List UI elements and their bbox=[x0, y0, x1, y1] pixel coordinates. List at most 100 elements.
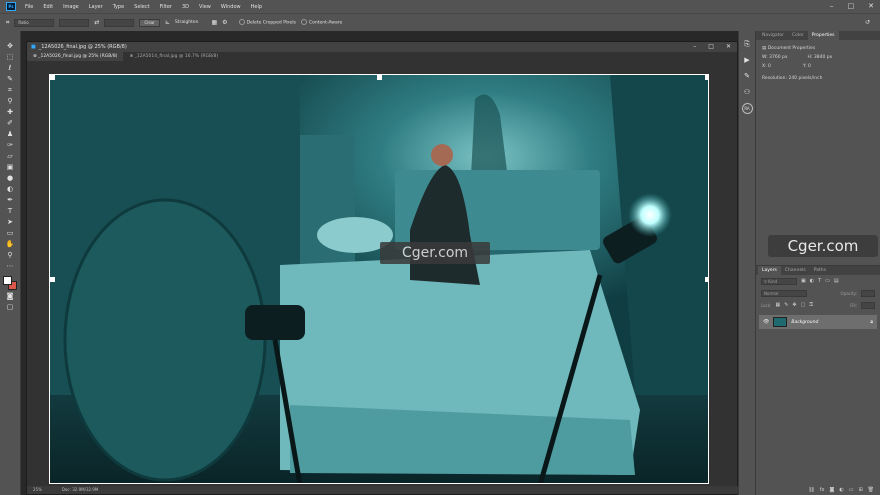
ratio-dropdown[interactable]: Ratio bbox=[14, 18, 55, 27]
status-zoom[interactable]: 25% bbox=[33, 486, 42, 494]
crop-handle-tr[interactable] bbox=[705, 75, 708, 80]
stamp-tool-icon[interactable]: ♟ bbox=[4, 129, 16, 139]
minimize-icon[interactable]: – bbox=[830, 2, 834, 10]
tab-document-1[interactable]: ⊗ _12A5026_final.jpg @ 25% (RGB/8) bbox=[27, 52, 124, 61]
lock-pixels-icon[interactable]: ▦ bbox=[775, 302, 780, 308]
actions-play-icon[interactable]: ▶ bbox=[742, 55, 752, 65]
menu-view[interactable]: View bbox=[194, 4, 216, 10]
layer-name[interactable]: Background bbox=[791, 320, 866, 325]
close-icon[interactable]: ✕ bbox=[868, 2, 874, 10]
lasso-tool-icon[interactable]: ℓ bbox=[4, 63, 16, 73]
menu-3d[interactable]: 3D bbox=[177, 4, 194, 10]
tab-paths[interactable]: Paths bbox=[810, 266, 830, 275]
foreground-color-swatch[interactable] bbox=[3, 276, 12, 285]
lock-position-icon[interactable]: ✥ bbox=[792, 302, 796, 308]
menu-edit[interactable]: Edit bbox=[38, 4, 58, 10]
x-value[interactable]: 0 bbox=[768, 64, 771, 69]
tab-properties[interactable]: Properties bbox=[807, 31, 839, 40]
content-aware-checkbox[interactable] bbox=[300, 19, 307, 26]
tab-document-2[interactable]: ⊗ _12A5014_final.jpg @ 16.7% (RGB/8) bbox=[123, 52, 224, 61]
shape-tool-icon[interactable]: ▭ bbox=[4, 228, 16, 238]
tab-navigator[interactable]: Navigator bbox=[758, 31, 788, 40]
history-brush-icon[interactable]: ✑ bbox=[4, 140, 16, 150]
doc-minimize-icon[interactable]: – bbox=[693, 43, 696, 50]
crop-handle-right[interactable] bbox=[705, 277, 708, 282]
crop-tool-icon[interactable]: ⌗ bbox=[4, 85, 16, 95]
pen-tool-icon[interactable]: ✒ bbox=[4, 195, 16, 205]
visibility-eye-icon[interactable]: 👁 bbox=[763, 319, 769, 325]
tab-layers[interactable]: Layers bbox=[758, 266, 781, 275]
menu-filter[interactable]: Filter bbox=[155, 4, 177, 10]
delete-layer-icon[interactable]: 🗑︎ bbox=[868, 485, 874, 495]
brush-settings-icon[interactable]: ✎ bbox=[742, 71, 752, 81]
marquee-tool-icon[interactable]: ⬚ bbox=[4, 52, 16, 62]
clear-button[interactable]: Clear bbox=[139, 18, 160, 27]
settings-gear-icon[interactable]: ⚙ bbox=[222, 19, 227, 26]
blend-mode-dropdown[interactable]: Normal bbox=[761, 289, 807, 297]
layer-style-icon[interactable]: fx bbox=[820, 485, 825, 495]
zoom-tool-icon[interactable]: ⚲ bbox=[4, 250, 16, 260]
menu-type[interactable]: Type bbox=[108, 4, 129, 10]
ratio-width-input[interactable] bbox=[59, 18, 90, 27]
status-doc-size[interactable]: Doc: 32.9M/32.9M bbox=[62, 486, 98, 494]
menu-select[interactable]: Select bbox=[129, 4, 154, 10]
plugin-ra-icon[interactable]: RA bbox=[741, 103, 753, 114]
width-value[interactable]: 3760 px bbox=[769, 55, 787, 60]
color-swatches[interactable] bbox=[3, 276, 17, 290]
blur-tool-icon[interactable]: ● bbox=[4, 173, 16, 183]
lock-paint-icon[interactable]: ✎ bbox=[784, 302, 788, 308]
dodge-tool-icon[interactable]: ◐ bbox=[4, 184, 16, 194]
move-tool-icon[interactable]: ✥ bbox=[4, 41, 16, 51]
new-group-icon[interactable]: ▭ bbox=[849, 485, 854, 495]
maximize-icon[interactable]: □ bbox=[848, 2, 855, 10]
screen-mode-icon[interactable]: ▢ bbox=[4, 302, 16, 312]
image-canvas[interactable]: Cger.com bbox=[49, 74, 709, 484]
straighten-label[interactable]: Straighten bbox=[175, 20, 199, 25]
add-mask-icon[interactable]: ◙ bbox=[829, 485, 834, 495]
opacity-input[interactable] bbox=[861, 289, 875, 297]
type-tool-icon[interactable]: T bbox=[4, 206, 16, 216]
menu-help[interactable]: Help bbox=[246, 4, 267, 10]
hand-tool-icon[interactable]: ✋ bbox=[4, 239, 16, 249]
filter-type-icon[interactable]: T bbox=[818, 278, 821, 284]
quick-select-tool-icon[interactable]: ✎ bbox=[4, 74, 16, 84]
filter-adjustment-icon[interactable]: ◐ bbox=[810, 278, 814, 284]
ratio-height-input[interactable] bbox=[104, 18, 135, 27]
crop-handle-top[interactable] bbox=[377, 75, 382, 80]
layer-row-background[interactable]: 👁 Background 🔒︎ bbox=[759, 315, 877, 329]
new-layer-icon[interactable]: ⊞ bbox=[858, 485, 862, 495]
eyedropper-tool-icon[interactable]: ⚲ bbox=[4, 96, 16, 106]
reset-icon[interactable]: ↺ bbox=[865, 19, 870, 26]
lock-artboard-icon[interactable]: ▢ bbox=[801, 302, 806, 308]
y-value[interactable]: 0 bbox=[808, 64, 811, 69]
eraser-tool-icon[interactable]: ▱ bbox=[4, 151, 16, 161]
straighten-icon[interactable]: ⊾ bbox=[165, 19, 170, 26]
menu-window[interactable]: Window bbox=[216, 4, 246, 10]
brush-tool-icon[interactable]: ✐ bbox=[4, 118, 16, 128]
document-titlebar[interactable]: ■ _12A5026_final.jpg @ 25% (RGB/8) – □ ✕ bbox=[27, 42, 737, 52]
layer-lock-icon[interactable]: 🔒︎ bbox=[870, 319, 873, 325]
height-value[interactable]: 3840 px bbox=[814, 55, 832, 60]
history-icon[interactable]: ⎘ bbox=[742, 39, 752, 49]
healing-tool-icon[interactable]: ✚ bbox=[4, 107, 16, 117]
tab-color[interactable]: Color bbox=[788, 31, 808, 40]
filter-shape-icon[interactable]: ▭ bbox=[825, 278, 830, 284]
filter-smart-icon[interactable]: ▤ bbox=[834, 278, 839, 284]
crop-tool-icon[interactable]: ⌗ bbox=[6, 19, 9, 27]
link-layers-icon[interactable]: ⛓ bbox=[808, 485, 814, 495]
quick-mask-icon[interactable]: ◙ bbox=[4, 291, 16, 301]
lock-all-icon[interactable]: ⚿ bbox=[809, 302, 813, 308]
new-adjustment-icon[interactable]: ◐ bbox=[839, 485, 843, 495]
crop-handle-tl[interactable] bbox=[50, 75, 55, 80]
more-tools-icon[interactable]: ⋯ bbox=[4, 261, 16, 271]
crop-handle-left[interactable] bbox=[50, 277, 55, 282]
filter-pixel-icon[interactable]: ▣ bbox=[801, 278, 806, 284]
menu-file[interactable]: File bbox=[20, 4, 38, 10]
menu-layer[interactable]: Layer bbox=[84, 4, 108, 10]
menu-image[interactable]: Image bbox=[58, 4, 84, 10]
tab-channels[interactable]: Channels bbox=[781, 266, 810, 275]
content-aware-option[interactable]: Content-Aware bbox=[300, 19, 342, 26]
fill-input[interactable] bbox=[861, 301, 875, 309]
doc-maximize-icon[interactable]: □ bbox=[708, 43, 714, 50]
gradient-tool-icon[interactable]: ▣ bbox=[4, 162, 16, 172]
